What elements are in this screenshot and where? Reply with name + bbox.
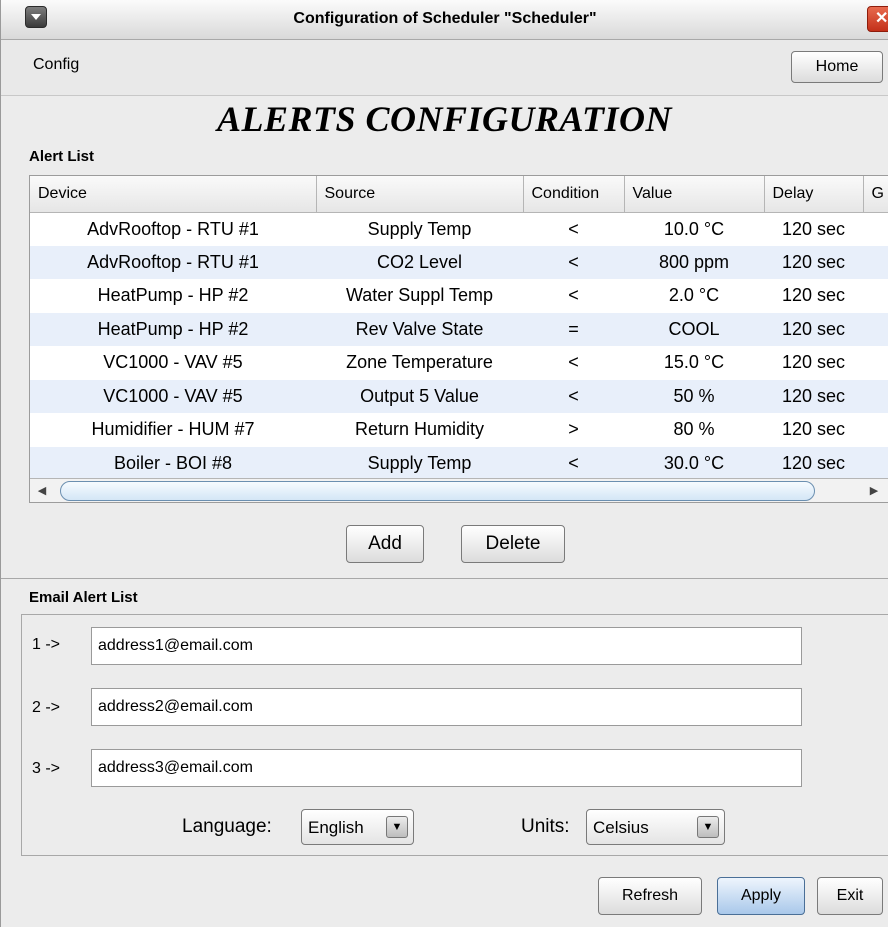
email-field-3[interactable] bbox=[91, 749, 802, 787]
cell-delay: 120 sec bbox=[764, 379, 863, 413]
email-index-2: 2 -> bbox=[32, 699, 61, 716]
cell-device: AdvRooftop - RTU #1 bbox=[30, 245, 316, 279]
cell-delay: 120 sec bbox=[781, 419, 846, 440]
email-index-3: 3 -> bbox=[32, 760, 61, 777]
cell-g bbox=[863, 279, 888, 313]
table-row[interactable]: Boiler - BOI #8 Supply Temp < 30.0 °C 12… bbox=[30, 446, 888, 480]
column-header-device[interactable]: Device bbox=[30, 176, 317, 213]
exit-button[interactable]: Exit bbox=[817, 877, 883, 915]
units-select[interactable]: Celsius ▼ bbox=[586, 809, 725, 845]
cell-condition: < bbox=[523, 446, 624, 480]
scheduler-config-window: Configuration of Scheduler "Scheduler" ✕… bbox=[0, 0, 888, 927]
chevron-down-icon[interactable]: ▼ bbox=[386, 816, 408, 838]
cell-condition: < bbox=[568, 285, 579, 306]
cell-source: Output 5 Value bbox=[316, 379, 523, 413]
cell-source: Return Humidity bbox=[354, 419, 485, 440]
table-row[interactable]: VC1000 - VAV #5 Output 5 Value < 50 % 12… bbox=[30, 379, 888, 413]
language-select[interactable]: English ▼ bbox=[301, 809, 414, 845]
table-header-row: Device Source Condition Value Delay G bbox=[30, 176, 888, 213]
cell-device: VC1000 - VAV #5 bbox=[30, 379, 316, 413]
email-field-2[interactable] bbox=[91, 688, 802, 726]
cell-g bbox=[863, 245, 888, 279]
language-value: English bbox=[308, 818, 364, 837]
cell-g bbox=[863, 446, 888, 480]
email-alert-list-label: Email Alert List bbox=[29, 589, 138, 606]
units-value: Celsius bbox=[593, 818, 649, 837]
email-field-1[interactable] bbox=[91, 627, 802, 665]
config-menu[interactable]: Config bbox=[33, 56, 79, 74]
cell-device: Boiler - BOI #8 bbox=[30, 446, 316, 480]
close-icon[interactable]: ✕ bbox=[867, 6, 888, 32]
horizontal-scrollbar[interactable]: ◀ ▶ bbox=[30, 478, 888, 502]
arrow-left-icon[interactable]: ◀ bbox=[34, 483, 50, 499]
cell-device: HeatPump - HP #2 bbox=[30, 312, 316, 346]
cell-device: AdvRooftop - RTU #1 bbox=[87, 218, 259, 239]
language-label: Language: bbox=[182, 816, 272, 837]
menu-bar: Config Home bbox=[1, 40, 888, 96]
cell-delay: 120 sec bbox=[764, 312, 863, 346]
add-alert-button[interactable]: Add bbox=[346, 525, 424, 563]
column-header-value[interactable]: Value bbox=[624, 176, 765, 213]
cell-device: HeatPump - HP #2 bbox=[97, 285, 249, 306]
cell-g bbox=[863, 212, 888, 246]
cell-condition: < bbox=[568, 218, 579, 239]
cell-delay: 120 sec bbox=[781, 218, 846, 239]
table-row[interactable]: HeatPump - HP #2 Water Suppl Temp < 2.0 … bbox=[30, 279, 888, 313]
cell-value: 50 % bbox=[624, 379, 764, 413]
cell-source: Zone Temperature bbox=[346, 352, 493, 373]
alert-table: Device Source Condition Value Delay G Ad… bbox=[29, 175, 888, 503]
refresh-button[interactable]: Refresh bbox=[598, 877, 702, 915]
table-row[interactable]: AdvRooftop - RTU #1 Supply Temp < 10.0 °… bbox=[30, 212, 888, 246]
cell-value: 10.0 °C bbox=[663, 218, 725, 239]
alert-list-label: Alert List bbox=[29, 148, 95, 165]
cell-source: Rev Valve State bbox=[316, 312, 523, 346]
cell-source: Supply Temp bbox=[316, 446, 523, 480]
home-button[interactable]: Home bbox=[791, 51, 883, 83]
window-title: Configuration of Scheduler "Scheduler" bbox=[293, 10, 597, 27]
cell-device: Humidifier - HUM #7 bbox=[91, 419, 255, 440]
cell-source: CO2 Level bbox=[316, 245, 523, 279]
cell-value: 80 % bbox=[673, 419, 715, 440]
cell-condition: = bbox=[523, 312, 624, 346]
arrow-right-icon[interactable]: ▶ bbox=[866, 483, 882, 499]
column-header-g[interactable]: G bbox=[863, 176, 888, 213]
cell-g bbox=[863, 312, 888, 346]
cell-source: Water Suppl Temp bbox=[345, 285, 494, 306]
cell-value: 15.0 °C bbox=[663, 352, 725, 373]
cell-condition: < bbox=[523, 245, 624, 279]
units-label: Units: bbox=[521, 816, 570, 837]
cell-condition: < bbox=[568, 352, 579, 373]
cell-condition: < bbox=[523, 379, 624, 413]
cell-value: 800 ppm bbox=[624, 245, 764, 279]
cell-value: COOL bbox=[624, 312, 764, 346]
cell-value: 2.0 °C bbox=[668, 285, 720, 306]
cell-delay: 120 sec bbox=[764, 245, 863, 279]
column-header-source[interactable]: Source bbox=[316, 176, 524, 213]
cell-g bbox=[863, 346, 888, 380]
divider bbox=[1, 578, 888, 579]
page-title: ALERTS CONFIGURATION bbox=[216, 99, 673, 139]
table-row[interactable]: AdvRooftop - RTU #1 CO2 Level < 800 ppm … bbox=[30, 245, 888, 279]
title-bar[interactable]: Configuration of Scheduler "Scheduler" ✕ bbox=[1, 0, 888, 40]
cell-g bbox=[863, 379, 888, 413]
cell-value: 30.0 °C bbox=[624, 446, 764, 480]
table-row[interactable]: HeatPump - HP #2 Rev Valve State = COOL … bbox=[30, 312, 888, 346]
apply-button[interactable]: Apply bbox=[717, 877, 805, 915]
scrollbar-thumb[interactable] bbox=[60, 481, 815, 501]
cell-g bbox=[863, 413, 888, 447]
cell-source: Supply Temp bbox=[367, 218, 472, 239]
table-row[interactable]: Humidifier - HUM #7 Return Humidity > 80… bbox=[30, 413, 888, 447]
table-row[interactable]: VC1000 - VAV #5 Zone Temperature < 15.0 … bbox=[30, 346, 888, 380]
cell-delay: 120 sec bbox=[781, 285, 846, 306]
cell-delay: 120 sec bbox=[764, 446, 863, 480]
column-header-condition[interactable]: Condition bbox=[523, 176, 625, 213]
chevron-down-icon[interactable]: ▼ bbox=[697, 816, 719, 838]
delete-alert-button[interactable]: Delete bbox=[461, 525, 565, 563]
cell-condition: > bbox=[568, 419, 579, 440]
cell-device: VC1000 - VAV #5 bbox=[103, 352, 243, 373]
column-header-delay[interactable]: Delay bbox=[764, 176, 864, 213]
email-index-1: 1 -> bbox=[32, 636, 61, 653]
cell-delay: 120 sec bbox=[781, 352, 846, 373]
